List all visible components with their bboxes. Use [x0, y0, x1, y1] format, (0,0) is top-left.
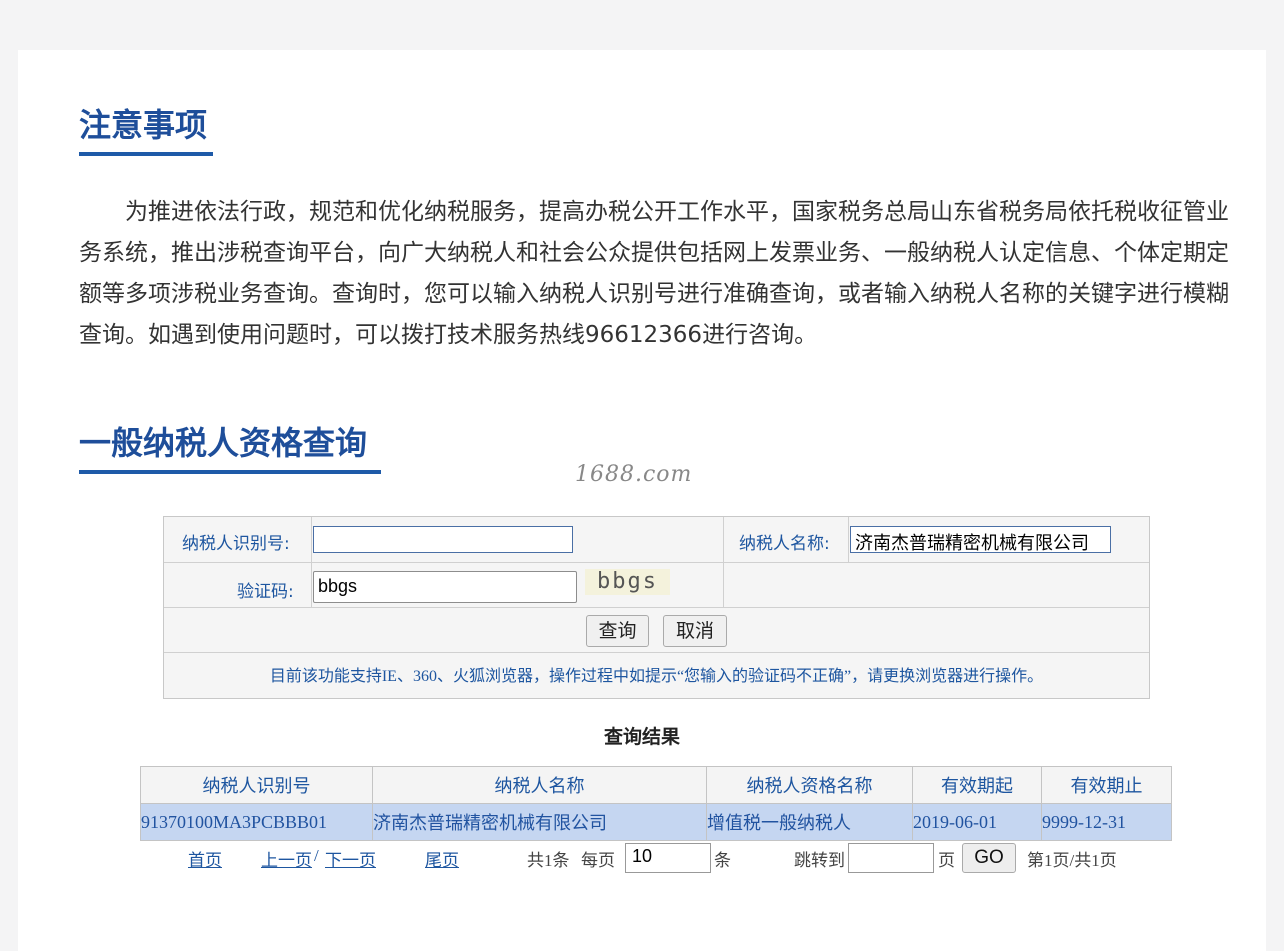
cell-valid-to: 9999-12-31 — [1041, 803, 1172, 841]
per-page-label: 每页 — [581, 851, 615, 870]
cell-taxpayer-name: 济南杰普瑞精密机械有限公司 — [372, 803, 707, 841]
jump-label: 跳转到 — [794, 851, 845, 870]
go-button[interactable]: GO — [962, 843, 1016, 873]
cancel-button[interactable]: 取消 — [663, 615, 727, 647]
form-divider — [848, 517, 849, 562]
captcha-image[interactable]: bbgs — [585, 569, 670, 595]
notice-title: 注意事项 — [79, 106, 208, 144]
taxpayer-id-label: 纳税人识别号: — [182, 534, 290, 554]
jump-page-input[interactable] — [848, 843, 934, 873]
query-title-underline — [79, 470, 381, 474]
cell-taxpayer-id: 91370100MA3PCBBB01 — [140, 803, 373, 841]
taxpayer-name-input[interactable]: 济南杰普瑞精密机械有限公司 — [850, 526, 1111, 553]
form-divider — [723, 517, 724, 607]
browser-notice: 目前该功能支持IE、360、火狐浏览器，操作过程中如提示“您输入的验证码不正确”… — [269, 668, 1044, 685]
watermark: 1688.com — [575, 462, 693, 487]
submit-button[interactable]: 查询 — [586, 615, 649, 647]
query-form: 纳税人识别号: 纳税人名称: 济南杰普瑞精密机械有限公司 验证码: bbgs b… — [163, 516, 1150, 699]
form-divider — [311, 517, 312, 607]
total-count: 共1条 — [527, 851, 570, 870]
page-unit: 页 — [938, 851, 955, 870]
column-header: 纳税人资格名称 — [706, 766, 913, 804]
table-row[interactable]: 91370100MA3PCBBB01 济南杰普瑞精密机械有限公司 增值税一般纳税… — [140, 803, 1172, 841]
taxpayer-id-input[interactable] — [313, 526, 573, 553]
last-page-link[interactable]: 尾页 — [425, 846, 459, 871]
page-status: 第1页/共1页 — [1027, 851, 1117, 870]
per-page-input[interactable]: 10 — [625, 843, 711, 873]
column-header: 有效期起 — [912, 766, 1042, 804]
cell-qualification: 增值税一般纳税人 — [706, 803, 913, 841]
column-header: 纳税人名称 — [372, 766, 707, 804]
captcha-input[interactable]: bbgs — [313, 571, 577, 603]
prev-page-link[interactable]: 上一页 — [261, 846, 312, 871]
captcha-label: 验证码: — [237, 582, 294, 602]
cell-valid-from: 2019-06-01 — [912, 803, 1042, 841]
next-page-link[interactable]: 下一页 — [325, 846, 376, 871]
form-row-buttons — [164, 607, 1149, 653]
taxpayer-name-label: 纳税人名称: — [739, 534, 830, 554]
notice-title-underline — [79, 152, 213, 156]
table-header-row: 纳税人识别号 纳税人名称 纳税人资格名称 有效期起 有效期止 — [140, 766, 1172, 804]
results-table: 纳税人识别号 纳税人名称 纳税人资格名称 有效期起 有效期止 91370100M… — [140, 766, 1172, 841]
per-page-unit: 条 — [714, 851, 731, 870]
query-title: 一般纳税人资格查询 — [79, 424, 368, 462]
notice-paragraph: 为推进依法行政，规范和优化纳税服务，提高办税公开工作水平，国家税务总局山东省税务… — [79, 199, 1229, 348]
pager-separator: / — [314, 846, 319, 865]
column-header: 有效期止 — [1041, 766, 1172, 804]
column-header: 纳税人识别号 — [140, 766, 373, 804]
results-title: 查询结果 — [603, 727, 680, 748]
first-page-link[interactable]: 首页 — [188, 846, 222, 871]
